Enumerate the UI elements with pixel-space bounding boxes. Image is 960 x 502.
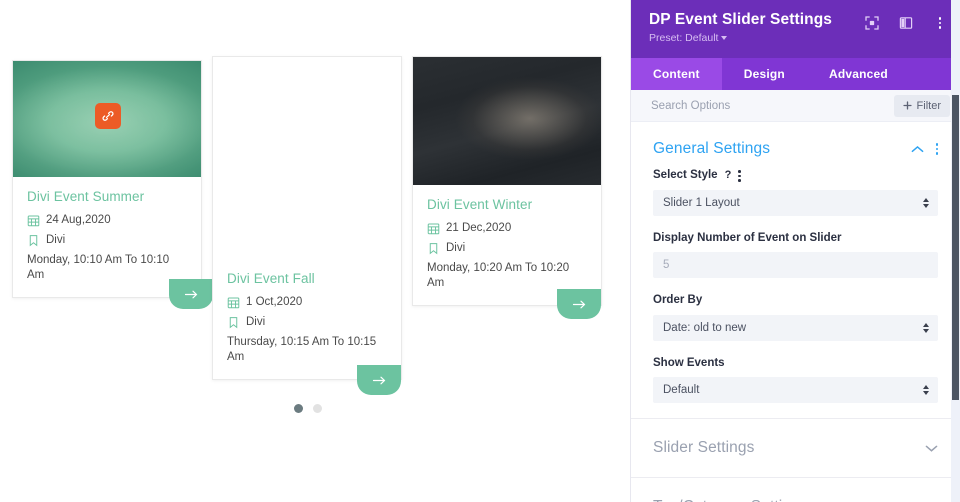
field-order-by: Order By Date: old to new [653, 293, 938, 341]
event-category-row: Divi [27, 233, 187, 248]
event-category: Divi [246, 315, 266, 328]
order-by-value: Date: old to new [663, 321, 747, 334]
event-time: Monday, 10:20 Am To 10:20 Am [427, 261, 570, 289]
slider-preview-canvas: Divi Event Summer 24 Aug,2020 Divi Monda… [0, 0, 630, 502]
event-category-row: Divi [427, 241, 587, 256]
select-style-dropdown[interactable]: Slider 1 Layout [653, 189, 938, 216]
more-vertical-icon[interactable] [932, 15, 948, 31]
calendar-icon [27, 215, 40, 227]
tab-content[interactable]: Content [631, 58, 722, 90]
event-title: Divi Event Summer [27, 189, 145, 204]
field-display-number: Display Number of Event on Slider 5 [653, 231, 938, 279]
event-arrow-button-winter[interactable] [557, 289, 601, 319]
chevron-down-icon [721, 36, 728, 41]
event-category: Divi [46, 233, 66, 246]
chevron-down-icon[interactable] [925, 444, 938, 453]
event-date: 24 Aug,2020 [46, 214, 111, 226]
field-show-events: Show Events Default [653, 356, 938, 404]
event-time: Thursday, 10:15 Am To 10:15 Am [227, 335, 377, 363]
select-arrows-icon [923, 322, 929, 333]
search-input[interactable] [651, 99, 851, 112]
tab-advanced[interactable]: Advanced [807, 58, 910, 90]
app-root: Divi Event Summer 24 Aug,2020 Divi Monda… [0, 0, 960, 502]
field-select-style-label-row: Select Style ? [653, 168, 938, 184]
panel-header: DP Event Slider Settings Preset: Default [631, 0, 960, 58]
bookmark-icon [29, 235, 38, 247]
event-card-image-summer [13, 61, 201, 177]
panel-preset-selector[interactable]: Preset: Default [649, 32, 728, 45]
slider-pagination[interactable] [294, 404, 322, 413]
panel-search-bar: Filter [631, 90, 960, 122]
event-card-summer[interactable]: Divi Event Summer 24 Aug,2020 Divi Monda… [12, 60, 213, 309]
arrow-right-icon [572, 300, 585, 308]
section-slider-settings[interactable]: Slider Settings [631, 419, 960, 477]
event-arrow-button-fall[interactable] [357, 365, 401, 395]
settings-panel: DP Event Slider Settings Preset: Default [630, 0, 960, 502]
arrow-right-icon [372, 376, 385, 384]
event-card-body-fall: Divi Event Fall 1 Oct,2020 Divi Thursday… [213, 259, 401, 379]
help-icon[interactable]: ? [725, 168, 732, 183]
show-events-value: Default [663, 384, 700, 397]
event-card-fall[interactable]: Divi Event Fall 1 Oct,2020 Divi Thursday… [212, 56, 402, 395]
field-show-events-label: Show Events [653, 356, 725, 369]
event-date-row: 24 Aug,2020 [27, 213, 187, 228]
display-number-input[interactable]: 5 [653, 252, 938, 279]
field-select-style-label: Select Style [653, 169, 718, 181]
scrollbar-thumb[interactable] [952, 95, 959, 400]
calendar-icon [227, 297, 240, 309]
field-more-icon[interactable] [738, 170, 741, 182]
section-general-actions [911, 143, 938, 155]
event-date-row: 1 Oct,2020 [227, 295, 387, 310]
select-arrows-icon [923, 385, 929, 396]
chevron-up-icon[interactable] [911, 145, 924, 154]
panel-header-icons [864, 15, 948, 31]
panel-body: General Settings Select Style ? Slider 1… [631, 122, 960, 502]
panel-layout-icon[interactable] [898, 15, 914, 31]
event-title: Divi Event Winter [427, 197, 533, 212]
order-by-dropdown[interactable]: Date: old to new [653, 314, 938, 341]
pagination-dot[interactable] [313, 404, 322, 413]
display-number-value: 5 [663, 259, 670, 272]
event-card-image-winter [413, 57, 601, 185]
field-order-by-label: Order By [653, 294, 703, 307]
panel-tabs: Content Design Advanced [631, 58, 960, 90]
section-more-icon[interactable] [935, 143, 938, 155]
panel-scrollbar[interactable] [951, 0, 960, 502]
plus-icon [902, 101, 912, 110]
event-category-row: Divi [227, 315, 387, 330]
event-date: 1 Oct,2020 [246, 296, 303, 308]
tab-design[interactable]: Design [722, 58, 807, 90]
link-icon[interactable] [95, 103, 121, 129]
filter-button[interactable]: Filter [893, 94, 950, 117]
section-general-title: General Settings [653, 140, 771, 157]
filter-button-label: Filter [916, 99, 941, 112]
select-style-value: Slider 1 Layout [663, 196, 740, 209]
section-general-settings: General Settings Select Style ? Slider 1… [631, 122, 960, 404]
event-arrow-button-summer[interactable] [169, 279, 213, 309]
section-general-header[interactable]: General Settings [653, 122, 938, 168]
panel-preset-label: Preset: Default [649, 32, 719, 45]
select-arrows-icon [923, 197, 929, 208]
event-title: Divi Event Fall [227, 271, 315, 286]
show-events-dropdown[interactable]: Default [653, 377, 938, 404]
bookmark-icon [229, 317, 238, 329]
field-display-number-label: Display Number of Event on Slider [653, 231, 842, 244]
event-card-image-fall [213, 57, 401, 259]
pagination-dot-active[interactable] [294, 404, 303, 413]
calendar-icon [427, 223, 440, 235]
event-card-body-winter: Divi Event Winter 21 Dec,2020 Divi Monda… [413, 185, 601, 305]
event-date-row: 21 Dec,2020 [427, 221, 587, 236]
bookmark-icon [429, 243, 438, 255]
arrow-right-icon [184, 290, 197, 298]
section-tag-category-settings[interactable]: Tag/Category Settings [631, 478, 960, 502]
field-select-style: Select Style ? Slider 1 Layout [653, 168, 938, 216]
section-slider-settings-title: Slider Settings [653, 439, 755, 457]
event-date: 21 Dec,2020 [446, 222, 512, 234]
event-category: Divi [446, 241, 466, 254]
event-card-winter[interactable]: Divi Event Winter 21 Dec,2020 Divi Monda… [412, 56, 602, 319]
section-tag-category-settings-title: Tag/Category Settings [653, 498, 808, 502]
event-time: Monday, 10:10 Am To 10:10 Am [27, 253, 170, 281]
focus-target-icon[interactable] [864, 15, 880, 31]
